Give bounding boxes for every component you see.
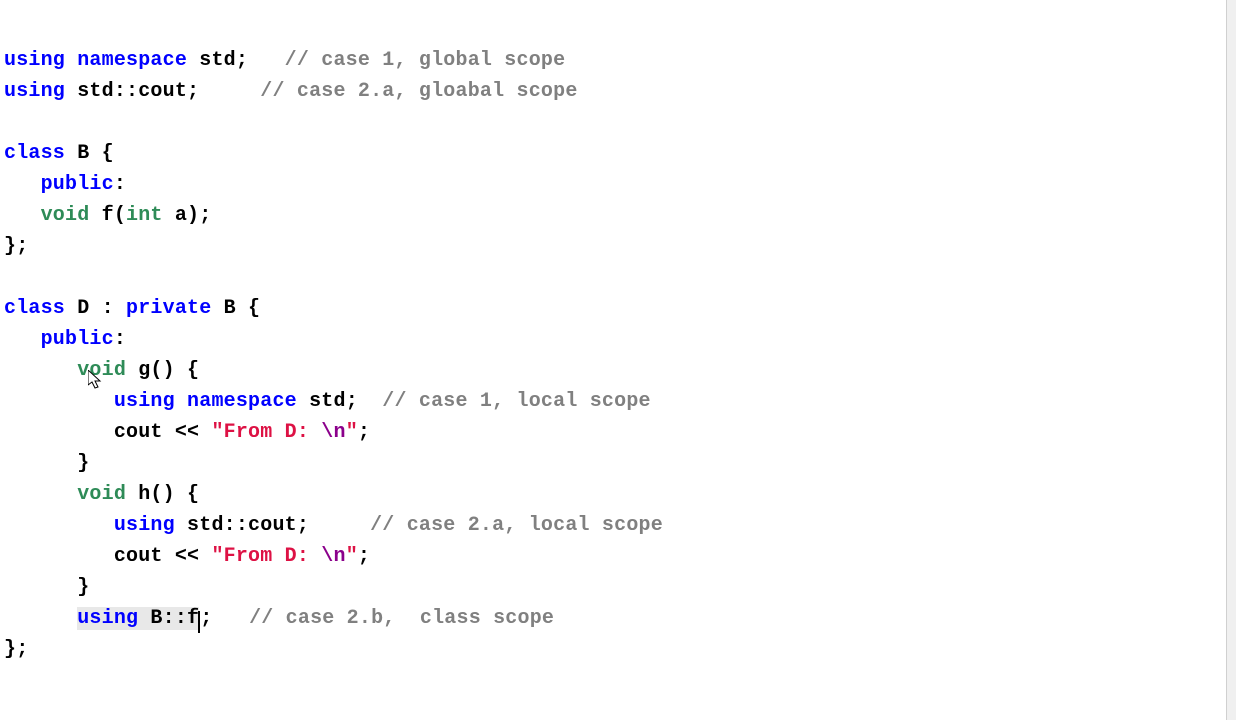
comment: // case 2.a, gloabal scope (260, 80, 577, 103)
code-text: } (77, 576, 89, 599)
identifier: std (309, 390, 346, 413)
keyword: using (114, 390, 175, 413)
code-text: ; (200, 607, 249, 630)
identifier: B::f (138, 607, 199, 630)
comment: // case 2.a, local scope (370, 514, 663, 537)
keyword: public (41, 328, 114, 351)
keyword: using (114, 514, 175, 537)
code-text: : (114, 173, 126, 196)
string: From D: (224, 421, 322, 444)
code-text: B { (211, 297, 260, 320)
code-text: f( (89, 204, 126, 227)
keyword: namespace (187, 390, 297, 413)
comment: // case 1, local scope (382, 390, 650, 413)
keyword: using (4, 80, 65, 103)
code-text: ; (358, 421, 370, 444)
type: void (77, 359, 126, 382)
keyword: using (77, 607, 138, 630)
keyword: private (126, 297, 211, 320)
type: void (41, 204, 90, 227)
code-editor[interactable]: using namespace std; // case 1, global s… (4, 0, 1232, 665)
escape: \n (321, 545, 345, 568)
code-text (175, 514, 187, 537)
code-text (297, 390, 309, 413)
code-text (175, 390, 187, 413)
type: void (77, 483, 126, 506)
code-text: ; (358, 545, 370, 568)
keyword: public (41, 173, 114, 196)
escape: \n (321, 421, 345, 444)
string: " (346, 421, 358, 444)
comment: // case 2.b, class scope (249, 607, 554, 630)
code-text: ; (187, 80, 260, 103)
string: " (211, 545, 223, 568)
keyword: class (4, 297, 65, 320)
text-cursor (198, 611, 200, 633)
identifier: std (199, 49, 236, 72)
keyword: using (4, 49, 65, 72)
string: " (211, 421, 223, 444)
identifier: cout << (114, 545, 212, 568)
code-text: : (114, 328, 126, 351)
code-text: ; (297, 514, 370, 537)
code-text (65, 80, 77, 103)
code-text: g() { (126, 359, 199, 382)
comment: // case 1, global scope (285, 49, 566, 72)
code-text: a); (163, 204, 212, 227)
code-text: ; (346, 390, 383, 413)
code-text: }; (4, 638, 28, 661)
code-text: ; (236, 49, 285, 72)
string: From D: (224, 545, 322, 568)
keyword: class (4, 142, 65, 165)
code-text: } (77, 452, 89, 475)
identifier: std::cout (187, 514, 297, 537)
code-text: }; (4, 235, 28, 258)
code-text: h() { (126, 483, 199, 506)
identifier: std::cout (77, 80, 187, 103)
code-text (187, 49, 199, 72)
code-text (65, 49, 77, 72)
type: int (126, 204, 163, 227)
keyword: namespace (77, 49, 187, 72)
scrollbar[interactable] (1226, 0, 1236, 720)
code-text: B { (65, 142, 114, 165)
identifier: cout << (114, 421, 212, 444)
string: " (346, 545, 358, 568)
code-text: D : (65, 297, 126, 320)
